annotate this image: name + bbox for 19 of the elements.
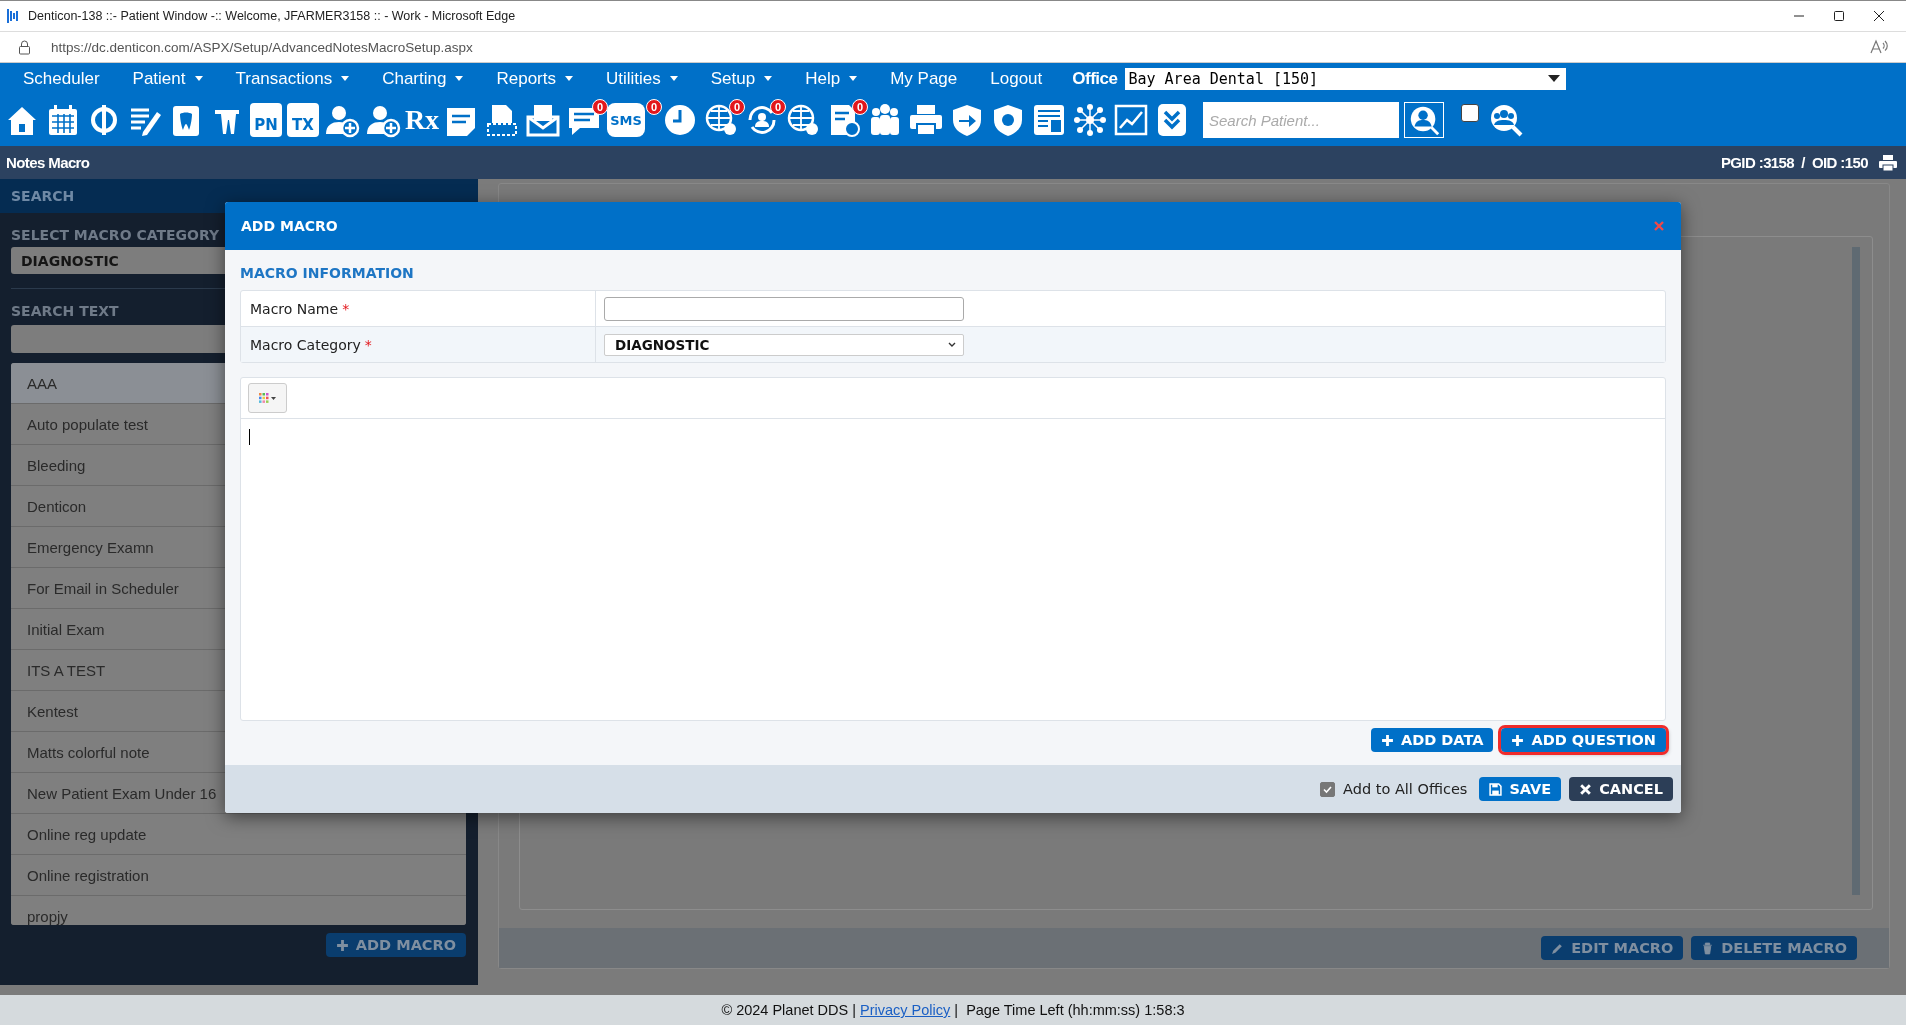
notification-badge: 0 bbox=[592, 99, 608, 115]
dialog-title: ADD MACRO bbox=[241, 218, 338, 234]
section-heading: MACRO INFORMATION bbox=[240, 264, 415, 283]
notification-badge: 0 bbox=[852, 99, 868, 115]
page-title: Notes Macro bbox=[6, 154, 90, 171]
field-label: Macro Category bbox=[250, 336, 361, 353]
footer-text: © 2024 Planet DDS | Privacy Policy | Page Time Left (hh:mm:ss) 1:58:3 bbox=[721, 1002, 1185, 1018]
page-ids: PGID :3158 / OID :150 bbox=[1720, 154, 1868, 171]
notification-badge: 0 bbox=[729, 99, 745, 115]
checkbox-label: Add to All Offices bbox=[1343, 781, 1468, 797]
search-text-label: SEARCH TEXT bbox=[11, 303, 119, 319]
window-title: Denticon-138 ::- Patient Window -:: Welcome, JFARMER3158 :: - Work - Microsoft Edge bbox=[28, 9, 517, 23]
category-label: SELECT MACRO CATEGORY bbox=[11, 227, 220, 243]
notification-badge: 0 bbox=[770, 99, 786, 115]
notification-badge: 0 bbox=[646, 99, 662, 115]
office-label: Office bbox=[1072, 68, 1118, 89]
required-mark: * bbox=[342, 300, 350, 317]
field-label: Macro Name bbox=[250, 300, 339, 317]
required-mark: * bbox=[364, 336, 372, 353]
